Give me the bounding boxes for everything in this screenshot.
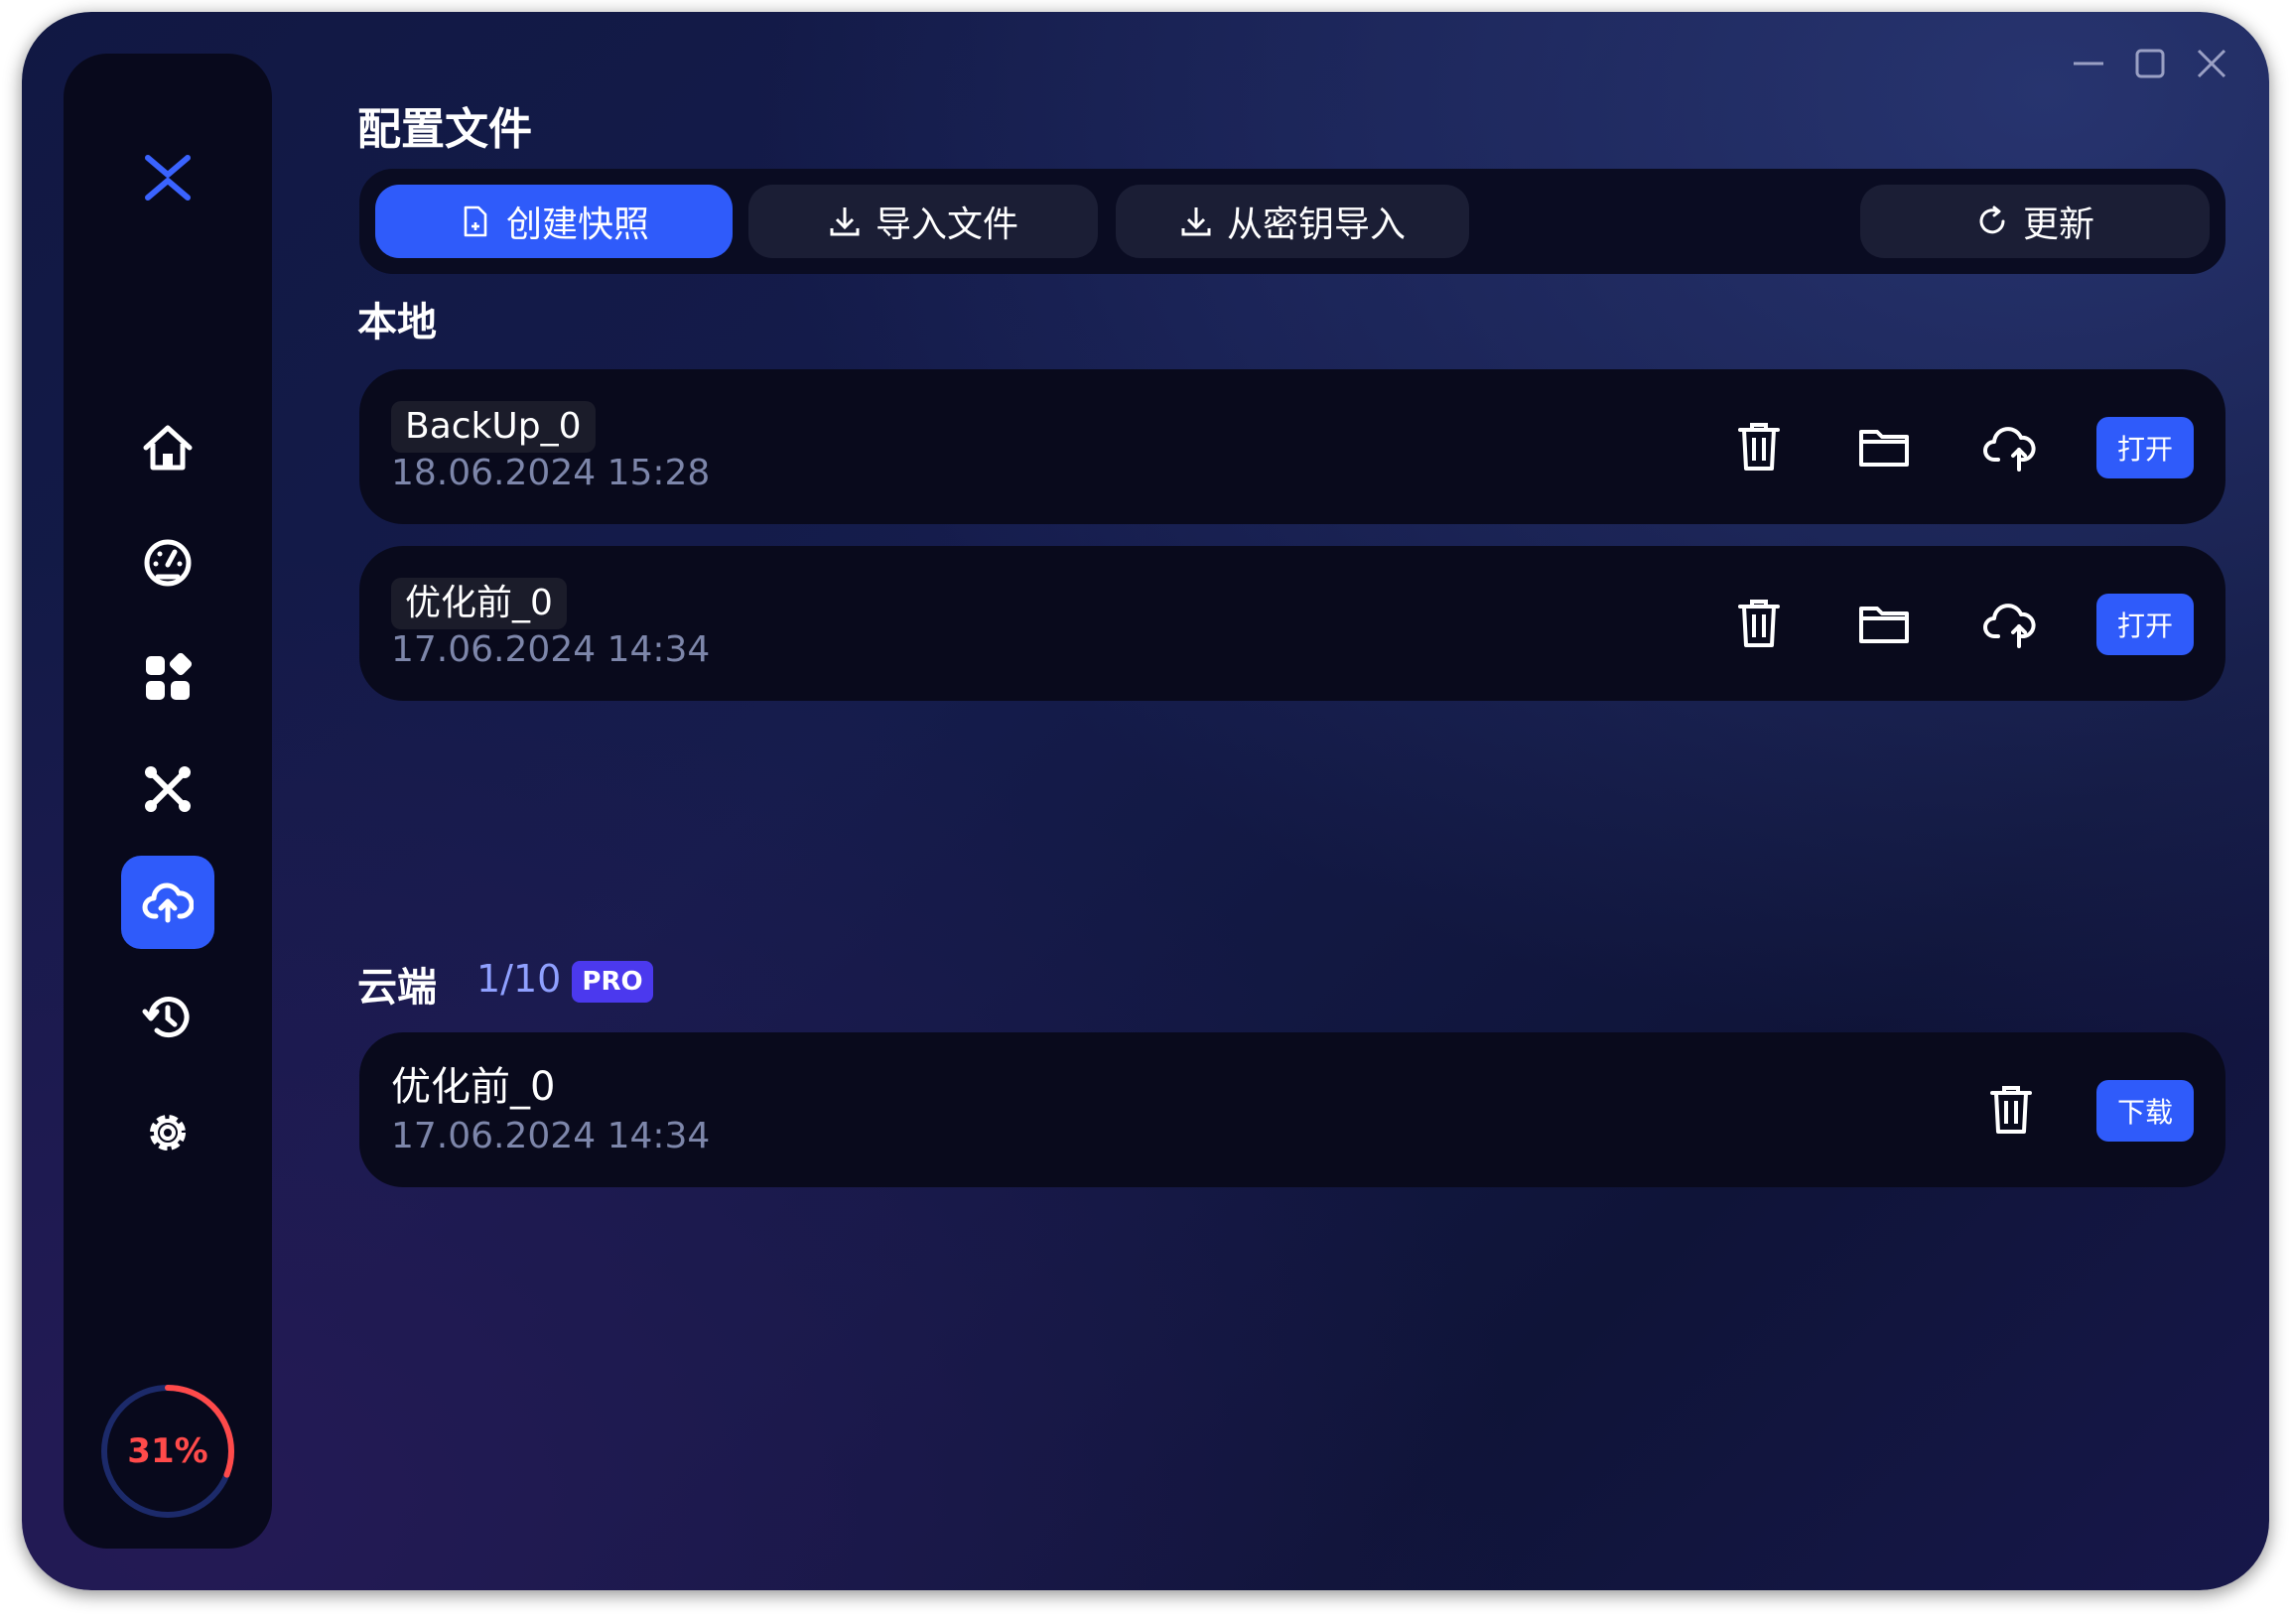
open-folder-button[interactable] [1852,415,1916,478]
home-icon [143,425,193,471]
network-tools-icon [145,766,191,812]
pro-badge: PRO [572,961,653,1003]
cloud-upload-icon [1983,427,2036,472]
import-from-key-label: 从密钥导入 [1226,204,1406,245]
upload-cloud-button[interactable] [1977,592,2041,655]
delete-button[interactable] [1979,1078,2043,1142]
trash-icon [1738,600,1780,647]
download-icon [830,207,860,236]
upload-cloud-button[interactable] [1977,415,2041,478]
delete-button[interactable] [1727,415,1791,478]
download-button[interactable]: 下载 [2096,1080,2194,1142]
new-file-icon [464,205,487,237]
open-button[interactable]: 打开 [2096,594,2194,655]
import-file-button[interactable]: 导入文件 [748,185,1098,258]
folder-icon [1859,607,1909,643]
sidebar-item-apps[interactable] [121,631,214,725]
snapshot-name: 优化前_0 [391,1064,556,1110]
toolbar: 创建快照 导入文件 从密钥导入 更新 [359,169,2225,274]
sidebar-item-dashboard[interactable] [121,516,214,609]
apps-grid-icon [146,652,193,700]
create-snapshot-label: 创建快照 [505,204,649,245]
progress-label: 31% [127,1431,208,1471]
minimize-icon[interactable] [2065,40,2112,87]
history-restore-icon [142,997,190,1038]
snapshot-date: 17.06.2024 14:34 [391,629,711,670]
trash-icon [1738,423,1780,471]
progress-ring: 31% [98,1382,237,1521]
snapshot-name: 优化前_0 [391,578,567,629]
refresh-icon [1979,205,2005,234]
list-item: 优化前_0 17.06.2024 14:34 下载 [359,1032,2225,1187]
close-icon[interactable] [2188,40,2235,87]
settings-gear-icon [150,1115,186,1150]
snapshot-date: 17.06.2024 14:34 [391,1116,711,1156]
trash-icon [1990,1086,2032,1134]
sidebar-item-cloud[interactable] [121,856,214,949]
cloud-section-title: 云端 [357,965,437,1011]
folder-icon [1859,430,1909,467]
sidebar-item-restore[interactable] [121,971,214,1064]
import-from-key-button[interactable]: 从密钥导入 [1116,185,1469,258]
page-title: 配置文件 [357,104,532,155]
cloud-upload-icon [142,882,194,923]
snapshot-date: 18.06.2024 15:28 [391,453,711,493]
local-section-title: 本地 [357,300,437,345]
speedometer-icon [144,539,192,587]
list-item: 优化前_0 17.06.2024 14:34 打开 [359,546,2225,701]
refresh-button[interactable]: 更新 [1860,185,2210,258]
delete-button[interactable] [1727,592,1791,655]
import-file-label: 导入文件 [875,204,1018,245]
cloud-upload-icon [1983,604,2036,648]
refresh-label: 更新 [2022,204,2094,245]
maximize-icon[interactable] [2126,40,2174,87]
snapshot-name: BackUp_0 [391,401,596,453]
sidebar-item-settings[interactable] [121,1086,214,1179]
create-snapshot-button[interactable]: 创建快照 [375,185,733,258]
cloud-count: 1/10 [476,957,562,1001]
list-item: BackUp_0 18.06.2024 15:28 打开 [359,369,2225,524]
open-folder-button[interactable] [1852,592,1916,655]
sidebar: 31% [64,54,272,1549]
sidebar-item-tools[interactable] [121,743,214,836]
app-window: 31% 配置文件 创建快照 导入文件 从密钥导入 更新 本地 BackUp_0 … [22,12,2269,1590]
sidebar-item-home[interactable] [121,401,214,494]
download-icon [1181,207,1211,236]
x-logo-icon[interactable] [143,153,193,203]
open-button[interactable]: 打开 [2096,417,2194,478]
